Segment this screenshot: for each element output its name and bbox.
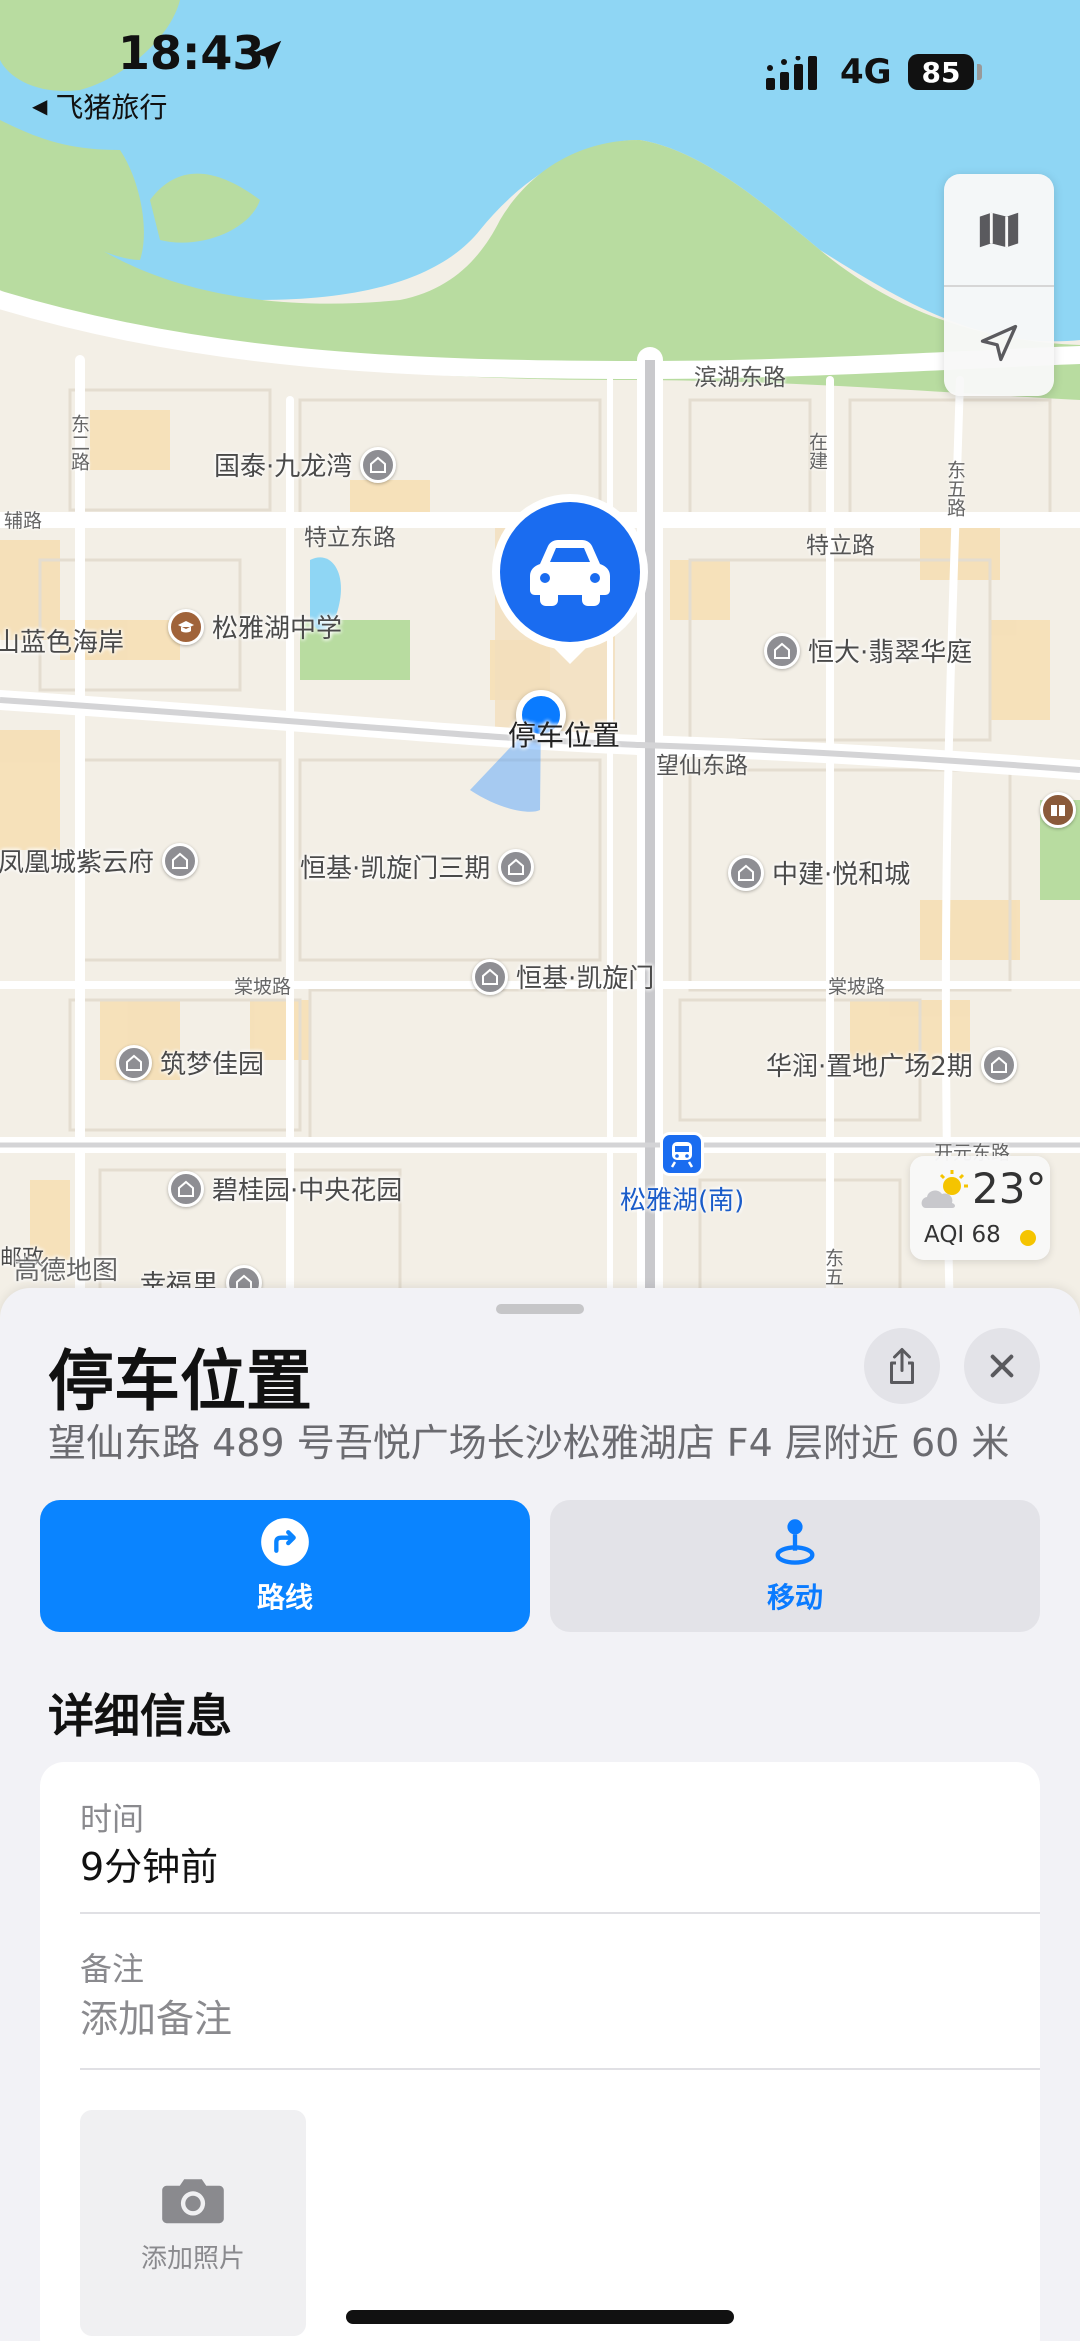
residential-icon [764, 632, 800, 669]
car-marker-icon[interactable] [490, 492, 650, 672]
map-controls [944, 174, 1054, 396]
share-icon [890, 1348, 914, 1384]
poi-label: 中建·悦和城 [772, 860, 911, 890]
battery-tip [977, 64, 982, 80]
route-label: 路线 [256, 1581, 313, 1614]
road-label-dong2: 东二路 [68, 414, 90, 471]
school-icon [168, 608, 204, 645]
aqi-status-dot [1020, 1230, 1036, 1246]
residential-icon [168, 1170, 204, 1207]
map-icon [979, 212, 1019, 247]
residential-icon [498, 848, 535, 885]
poi-songya-school[interactable]: 松雅湖中学 [168, 608, 342, 645]
poi-kaixuan[interactable]: 恒基·凯旋门 [472, 958, 654, 995]
road-label-tangpo-right: 棠坡路 [828, 976, 886, 998]
road-label-tangpo-left: 棠坡路 [234, 976, 292, 998]
details-heading: 详细信息 [48, 1689, 232, 1743]
road-label-dong5b: 东五 [822, 1248, 844, 1286]
time-value: 9分钟前 [80, 1845, 219, 1889]
status-time: 18:43 [118, 26, 265, 80]
road-label-teli-east: 特立东路 [304, 525, 396, 551]
gaode-watermark: 高德地图 [14, 1256, 119, 1286]
note-label: 备注 [80, 1950, 145, 1988]
partly-cloudy-icon [921, 1170, 968, 1208]
home-indicator[interactable] [346, 2310, 734, 2324]
poi-zhongjian[interactable]: 中建·悦和城 [728, 854, 910, 891]
map-mode-button[interactable] [944, 174, 1054, 285]
poi-label: 碧桂园·中央花园 [212, 1176, 403, 1206]
poi-kaixuan3[interactable]: 恒基·凯旋门三期 [300, 848, 535, 885]
book-icon [1040, 792, 1076, 828]
poi-label: 恒基·凯旋门三期 [300, 854, 491, 884]
move-button[interactable]: 移动 [550, 1500, 1040, 1632]
parking-address: 望仙东路 489 号吾悦广场长沙松雅湖店 F4 层附近 60 米 [48, 1421, 1010, 1465]
weather-widget[interactable]: 23° AQI 68 [910, 1156, 1050, 1260]
share-button[interactable] [864, 1328, 940, 1404]
locate-me-button[interactable] [944, 287, 1054, 398]
directions-icon [261, 1518, 309, 1566]
location-arrow-icon [252, 40, 282, 70]
poi-label: 山蓝色海岸 [0, 628, 125, 658]
status-bar: 18:43 ◀ 飞猪旅行 4G 85 [0, 0, 1080, 124]
row-divider [80, 2068, 1040, 2070]
row-divider [80, 1912, 1040, 1914]
metro-label: 松雅湖(南) [620, 1186, 745, 1216]
details-card: 时间 9分钟前 备注 添加备注 添加照片 [40, 1762, 1040, 2341]
poi-label: 恒大·翡翠华庭 [808, 638, 973, 668]
location-arrow-icon [980, 324, 1018, 361]
residential-icon [162, 842, 199, 879]
road-label-binhu-east: 滨湖东路 [694, 365, 786, 391]
poi-bookstore[interactable] [1040, 792, 1076, 828]
poi-label: 恒基·凯旋门 [516, 964, 655, 994]
weather-temperature: 23° [972, 1164, 1047, 1213]
poi-hengda[interactable]: 恒大·翡翠华庭 [764, 632, 972, 669]
parking-pin-label: 停车位置 [508, 719, 621, 752]
close-icon [990, 1354, 1014, 1378]
sheet-title: 停车位置 [48, 1343, 312, 1420]
residential-icon [360, 446, 397, 483]
back-triangle-icon: ◀ [32, 94, 48, 118]
residential-icon [472, 958, 508, 995]
close-button[interactable] [964, 1328, 1040, 1404]
pin-move-icon [775, 1519, 815, 1565]
poi-label: 筑梦佳园 [160, 1050, 265, 1080]
poi-biguiyuan[interactable]: 碧桂园·中央花园 [168, 1170, 402, 1207]
network-type: 4G [840, 52, 892, 92]
weather-aqi: AQI 68 [924, 1222, 1001, 1248]
add-photo-button[interactable]: 添加照片 [80, 2110, 306, 2336]
poi-label: 松雅湖中学 [212, 614, 343, 644]
poi-huarun[interactable]: 华润·置地广场2期 [766, 1046, 1017, 1083]
note-input[interactable]: 添加备注 [80, 1988, 232, 2043]
time-label: 时间 [80, 1800, 145, 1838]
road-label-dong5: 东五路 [944, 460, 966, 517]
residential-icon [728, 854, 764, 891]
metro-icon[interactable] [660, 1132, 704, 1176]
add-photo-label: 添加照片 [140, 2243, 245, 2274]
map-view[interactable]: 滨湖东路 特立东路 特立路 望仙东路 棠坡路 棠坡路 辅路 东二路 在建 东五路… [0, 0, 1080, 1320]
camera-icon [162, 2178, 224, 2223]
poi-label: 华润·置地广场2期 [766, 1052, 973, 1082]
battery-indicator: 85 [908, 54, 974, 90]
poi-zhumeng[interactable]: 筑梦佳园 [116, 1044, 264, 1081]
poi-label: 凤凰城紫云府 [0, 848, 155, 878]
poi-label: 国泰·九龙湾 [214, 452, 353, 482]
move-label: 移动 [766, 1581, 823, 1614]
cellular-signal-icon [766, 56, 817, 90]
route-button[interactable]: 路线 [40, 1500, 530, 1632]
parking-detail-sheet: 停车位置 望仙东路 489 号吾悦广场长沙松雅湖店 F4 层附近 60 米 路线… [0, 1288, 1080, 2341]
residential-icon [116, 1044, 152, 1081]
poi-guotai[interactable]: 国泰·九龙湾 [214, 446, 397, 483]
back-app-label: 飞猪旅行 [55, 91, 168, 124]
back-to-app-link[interactable]: ◀ 飞猪旅行 [32, 86, 167, 126]
road-label-fulu: 辅路 [4, 510, 43, 532]
residential-icon [980, 1046, 1017, 1083]
poi-fenghuang[interactable]: 凤凰城紫云府 [0, 842, 199, 879]
sheet-grabber[interactable] [496, 1304, 584, 1314]
poi-lanse[interactable]: 山蓝色海岸 [0, 622, 124, 659]
road-label-zaijian: 在建 [806, 432, 828, 470]
road-label-wangxian-east: 望仙东路 [656, 753, 748, 779]
road-label-teli: 特立路 [806, 533, 875, 559]
